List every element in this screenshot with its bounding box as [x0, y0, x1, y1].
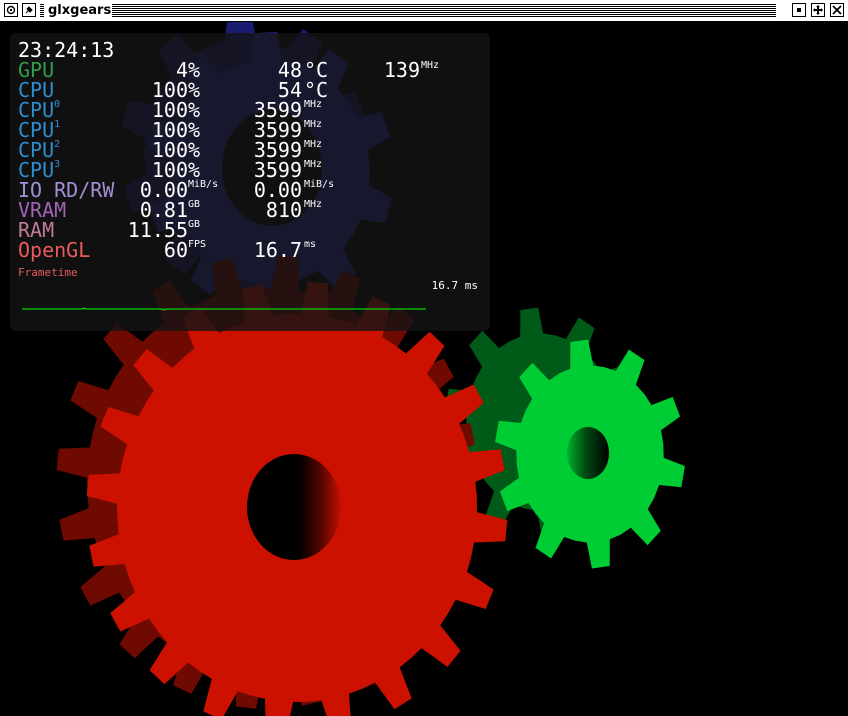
fps-value: 60: [163, 238, 188, 262]
vram-clock-value: 810: [265, 198, 302, 222]
cpu2-clock-unit: MHz: [304, 139, 323, 150]
cpu0-clock-value: 3599: [253, 98, 302, 122]
cpu-temp-value: 54: [277, 78, 302, 102]
pin-icon: [25, 6, 33, 14]
window-menu-icon: [6, 5, 16, 15]
cpu1-label: CPU1: [18, 118, 61, 142]
cpu3-load-value: 100: [151, 158, 188, 182]
gpu-clock-unit: MHz: [421, 60, 440, 71]
cpu3-clock-unit: MHz: [304, 159, 323, 170]
frametime-graph-line: [22, 307, 426, 311]
cpu-load-value: 100: [151, 78, 188, 102]
ram-used-unit: GB: [188, 219, 201, 230]
green-gear-hole: [567, 427, 609, 479]
red-gear-hole: [247, 454, 341, 560]
cpu3-clock-value: 3599: [253, 158, 302, 182]
minimize-icon: [797, 8, 801, 12]
cpu-temp-unit: °C: [304, 78, 329, 102]
window-menu-button[interactable]: [4, 3, 18, 17]
cpu1-load-unit: %: [188, 118, 201, 142]
gpu-temp-value: 48: [277, 58, 302, 82]
gpu-load-unit: %: [188, 58, 201, 82]
cpu0-load-unit: %: [188, 98, 201, 122]
frametime-graph-value: 16.7 ms: [431, 279, 478, 292]
cpu0-load-value: 100: [151, 98, 188, 122]
close-button[interactable]: [830, 3, 844, 17]
vram-used-value: 0.81: [139, 198, 188, 222]
vram-used-unit: GB: [188, 199, 201, 210]
cpu2-label: CPU2: [18, 138, 61, 162]
frametime-label: Frametime: [18, 266, 78, 279]
window-title: glxgears: [44, 2, 116, 19]
frametime-graph: [22, 307, 426, 311]
cpu2-clock-value: 3599: [253, 138, 302, 162]
clock-time: 23:24:13: [18, 38, 115, 62]
io-write-value: 0.00: [253, 178, 302, 202]
window-pin-button[interactable]: [22, 3, 36, 17]
opengl-label: OpenGL: [18, 238, 91, 262]
opengl-frametime-unit: ms: [304, 239, 317, 250]
gpu-clock-value: 139: [383, 58, 420, 82]
cpu-load-unit: %: [188, 78, 201, 102]
cpu1-clock-value: 3599: [253, 118, 302, 142]
gpu-label: GPU: [18, 58, 55, 82]
gpu-temp-unit: °C: [304, 58, 329, 82]
ram-label: RAM: [18, 218, 55, 242]
opengl-frametime-value: 16.7: [253, 238, 302, 262]
vram-clock-unit: MHz: [304, 199, 323, 210]
io-read-unit: MiB/s: [188, 179, 219, 190]
cpu3-label: CPU3: [18, 158, 61, 182]
close-icon: [832, 5, 842, 15]
fps-unit: FPS: [188, 239, 207, 250]
cpu0-clock-unit: MHz: [304, 99, 323, 110]
window-title-bar[interactable]: glxgears: [0, 0, 848, 22]
title-bar-stripes: [112, 4, 776, 17]
cpu3-load-unit: %: [188, 158, 201, 182]
vram-label: VRAM: [18, 198, 67, 222]
cpu2-load-unit: %: [188, 138, 201, 162]
cpu1-clock-unit: MHz: [304, 119, 323, 130]
cpu2-load-value: 100: [151, 138, 188, 162]
maximize-button[interactable]: [811, 3, 825, 17]
io-write-unit: MiB/s: [304, 179, 335, 190]
ram-used-value: 11.55: [127, 218, 188, 242]
maximize-icon: [813, 5, 823, 15]
performance-overlay: 23:24:13 GPU 4 % 48 °C 139 MHz CPU 100 %…: [10, 33, 490, 331]
cpu-label: CPU: [18, 78, 55, 102]
cpu0-label: CPU0: [18, 98, 61, 122]
minimize-button[interactable]: [792, 3, 806, 17]
cpu1-load-value: 100: [151, 118, 188, 142]
io-label: IO RD/RW: [18, 178, 115, 202]
io-read-value: 0.00: [139, 178, 188, 202]
gpu-load-value: 4: [175, 58, 188, 82]
